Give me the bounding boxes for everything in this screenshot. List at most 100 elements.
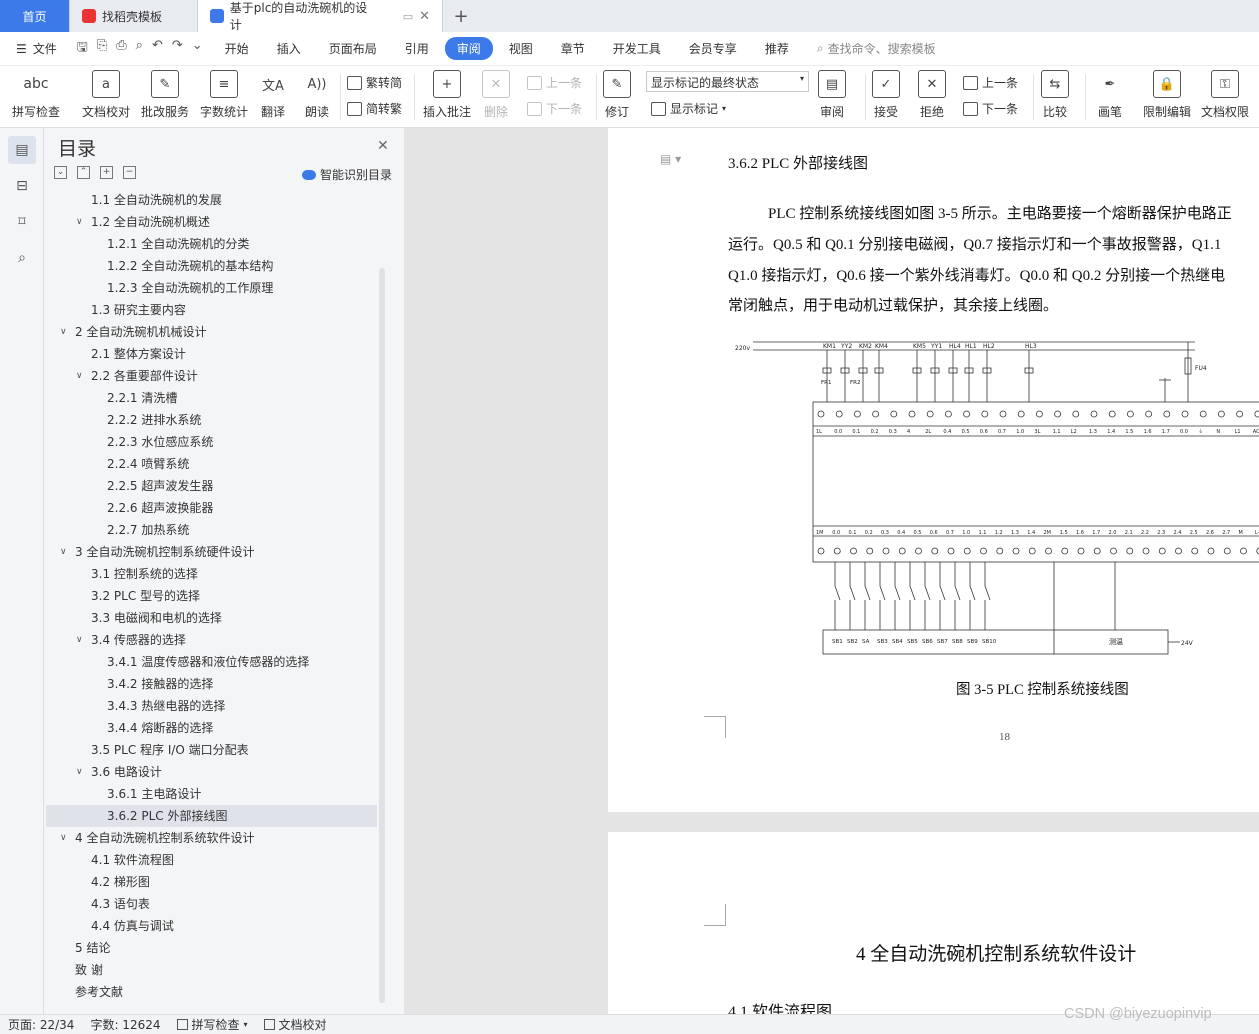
menu-tab[interactable]: 页面布局 <box>317 37 389 60</box>
toc-panel-icon[interactable]: ▤ <box>8 136 36 164</box>
toc-item[interactable]: 4.2 梯形图 <box>91 872 150 892</box>
simp-to-trad-button[interactable]: 简转繁 <box>347 100 402 117</box>
read-aloud-button[interactable]: A)) 朗读 <box>303 70 331 120</box>
chevron-down-icon[interactable]: ∨ <box>60 542 67 562</box>
preview-icon[interactable]: ⌕ <box>136 38 143 60</box>
toc-item[interactable]: ∨ 2 全自动洗碗机机械设计 <box>60 322 206 342</box>
toc-item[interactable]: ∨ 3.4 传感器的选择 <box>76 630 186 650</box>
toc-item[interactable]: 3.6.1 主电路设计 <box>107 784 201 804</box>
menu-tab[interactable]: 引用 <box>393 37 441 60</box>
track-changes-button[interactable]: ✎ 修订 <box>603 70 631 120</box>
doc-rights-button[interactable]: ⚿ 文档权限 <box>1201 70 1249 120</box>
toc-item[interactable]: 2.2.4 喷臂系统 <box>107 454 189 474</box>
menu-tab[interactable]: 开始 <box>213 37 261 60</box>
tab-home[interactable]: 首页 <box>0 0 70 32</box>
insert-comment-button[interactable]: + 插入批注 <box>423 70 471 120</box>
toc-item[interactable]: 1.2.3 全自动洗碗机的工作原理 <box>107 278 273 298</box>
review-pane-button[interactable]: ▤ 审阅 <box>818 70 846 120</box>
document-menu-icon[interactable]: ▤ ▾ <box>660 152 681 166</box>
toc-item[interactable]: 5 结论 <box>75 938 110 958</box>
toc-item[interactable]: 1.2.1 全自动洗碗机的分类 <box>107 234 249 254</box>
pen-button[interactable]: ✒ 画笔 <box>1096 70 1124 120</box>
toc-item[interactable]: 3.4.1 温度传感器和液位传感器的选择 <box>107 652 309 672</box>
toc-item[interactable]: 3.1 控制系统的选择 <box>91 564 198 584</box>
pin-icon[interactable]: ▭ <box>403 10 413 23</box>
document-canvas[interactable]: ▤ ▾ 3.6.2 PLC 外部接线图 PLC 控制系统接线图如图 3-5 所示… <box>405 128 1259 1014</box>
trad-to-simp-button[interactable]: 繁转简 <box>347 74 402 91</box>
tab-templates[interactable]: 找稻壳模板 <box>70 0 198 32</box>
more-icon[interactable]: ⌄ <box>192 38 203 60</box>
spell-check-button[interactable]: abc 拼写检查 <box>12 70 60 120</box>
toc-item[interactable]: 2.2.2 进排水系统 <box>107 410 201 430</box>
new-tab-button[interactable]: + <box>443 0 479 32</box>
toc-item[interactable]: 2.1 整体方案设计 <box>91 344 186 364</box>
search-icon[interactable]: ⌕ <box>8 244 36 272</box>
toc-item[interactable]: 3.4.4 熔断器的选择 <box>107 718 213 738</box>
delete-comment-button[interactable]: ✕ 删除 <box>482 70 510 120</box>
status-spell-check[interactable]: 拼写检查 ▾ <box>169 1016 256 1033</box>
batch-service-button[interactable]: ✎ 批改服务 <box>141 70 189 120</box>
toc-scrollbar[interactable] <box>379 268 385 1003</box>
restrict-edit-button[interactable]: 🔒 限制编辑 <box>1143 70 1191 120</box>
toc-item[interactable]: ∨ 3 全自动洗碗机控制系统硬件设计 <box>60 542 254 562</box>
show-marks-button[interactable]: 显示标记 ▾ <box>651 100 726 117</box>
collapse-all-icon[interactable]: ⌃ <box>77 166 90 179</box>
accept-button[interactable]: ✓ 接受 <box>872 70 900 120</box>
toc-item[interactable]: 3.4.3 热继电器的选择 <box>107 696 225 716</box>
bookmark-icon[interactable]: ⌑ <box>8 208 36 236</box>
doc-proof-button[interactable]: a 文档校对 <box>82 70 130 120</box>
next-change-button[interactable]: 下一条 <box>963 100 1018 117</box>
save-icon[interactable]: 🖫 <box>77 38 88 60</box>
export-icon[interactable]: ⎘ <box>97 38 107 60</box>
redo-icon[interactable]: ↷ <box>172 38 183 60</box>
translate-button[interactable]: 文A 翻译 <box>259 70 287 120</box>
next-comment-button[interactable]: 下一条 <box>527 100 582 117</box>
menu-tab[interactable]: 推荐 <box>753 37 801 60</box>
toc-item[interactable]: 3.4.2 接触器的选择 <box>107 674 213 694</box>
chevron-down-icon[interactable]: ∨ <box>76 762 83 782</box>
toc-item[interactable]: 3.2 PLC 型号的选择 <box>91 586 200 606</box>
prev-comment-button[interactable]: 上一条 <box>527 74 582 91</box>
tab-document[interactable]: 基于plc的自动洗碗机的设计 ▭ ✕ <box>198 0 443 32</box>
toc-item[interactable]: ∨ 4 全自动洗碗机控制系统软件设计 <box>60 828 254 848</box>
menu-tab[interactable]: 审阅 <box>444 37 493 60</box>
toc-item[interactable]: 3.5 PLC 程序 I/O 端口分配表 <box>91 740 249 760</box>
toc-item[interactable]: 3.3 电磁阀和电机的选择 <box>91 608 222 628</box>
remove-heading-icon[interactable]: − <box>123 166 136 179</box>
toc-item[interactable]: 4.4 仿真与调试 <box>91 916 174 936</box>
chevron-down-icon[interactable]: ∨ <box>60 828 67 848</box>
toc-item[interactable]: 3.6.2 PLC 外部接线图 <box>107 806 227 826</box>
toc-item[interactable]: ∨ 2.2 各重要部件设计 <box>76 366 198 386</box>
expand-all-icon[interactable]: ⌄ <box>54 166 67 179</box>
file-menu[interactable]: ☰ 文件 <box>0 40 69 57</box>
smart-toc-button[interactable]: 智能识别目录 <box>302 166 392 183</box>
toc-item[interactable]: 2.2.1 清洗槽 <box>107 388 177 408</box>
page-indicator[interactable]: 页面: 22/34 <box>0 1016 82 1033</box>
toc-item[interactable]: 1.3 研究主要内容 <box>91 300 186 320</box>
close-tab-icon[interactable]: ✕ <box>419 9 430 24</box>
menu-tab[interactable]: 会员专享 <box>677 37 749 60</box>
chevron-down-icon[interactable]: ∨ <box>76 630 83 650</box>
chevron-down-icon[interactable]: ∨ <box>76 212 83 232</box>
toc-item[interactable]: 2.2.6 超声波换能器 <box>107 498 213 518</box>
word-count-button[interactable]: ≡ 字数统计 <box>200 70 248 120</box>
document-page[interactable]: 4 全自动洗碗机控制系统软件设计 4.1 软件流程图 <box>608 832 1259 1014</box>
menu-tab[interactable]: 视图 <box>497 37 545 60</box>
prev-change-button[interactable]: 上一条 <box>963 74 1018 91</box>
undo-icon[interactable]: ↶ <box>152 38 163 60</box>
toc-item[interactable]: 致 谢 <box>75 960 103 980</box>
compare-button[interactable]: ⇆ 比较 <box>1041 70 1069 120</box>
menu-tab[interactable]: 开发工具 <box>601 37 673 60</box>
toc-item[interactable]: ∨ 3.6 电路设计 <box>76 762 162 782</box>
chevron-down-icon[interactable]: ∨ <box>60 322 67 342</box>
toc-item[interactable]: 参考文献 <box>75 982 123 1002</box>
document-page[interactable]: ▤ ▾ 3.6.2 PLC 外部接线图 PLC 控制系统接线图如图 3-5 所示… <box>608 128 1259 812</box>
reject-button[interactable]: ✕ 拒绝 <box>918 70 946 120</box>
markup-state-select[interactable]: 显示标记的最终状态 ▾ <box>646 71 809 92</box>
add-heading-icon[interactable]: + <box>100 166 113 179</box>
toc-item[interactable]: 2.2.7 加热系统 <box>107 520 189 540</box>
command-search[interactable]: ⌕ 查找命令、搜索模板 <box>817 40 936 57</box>
toc-item[interactable]: 2.2.5 超声波发生器 <box>107 476 213 496</box>
toc-item[interactable]: ∨ 1.2 全自动洗碗机概述 <box>76 212 210 232</box>
print-icon[interactable]: ⎙ <box>116 38 126 60</box>
